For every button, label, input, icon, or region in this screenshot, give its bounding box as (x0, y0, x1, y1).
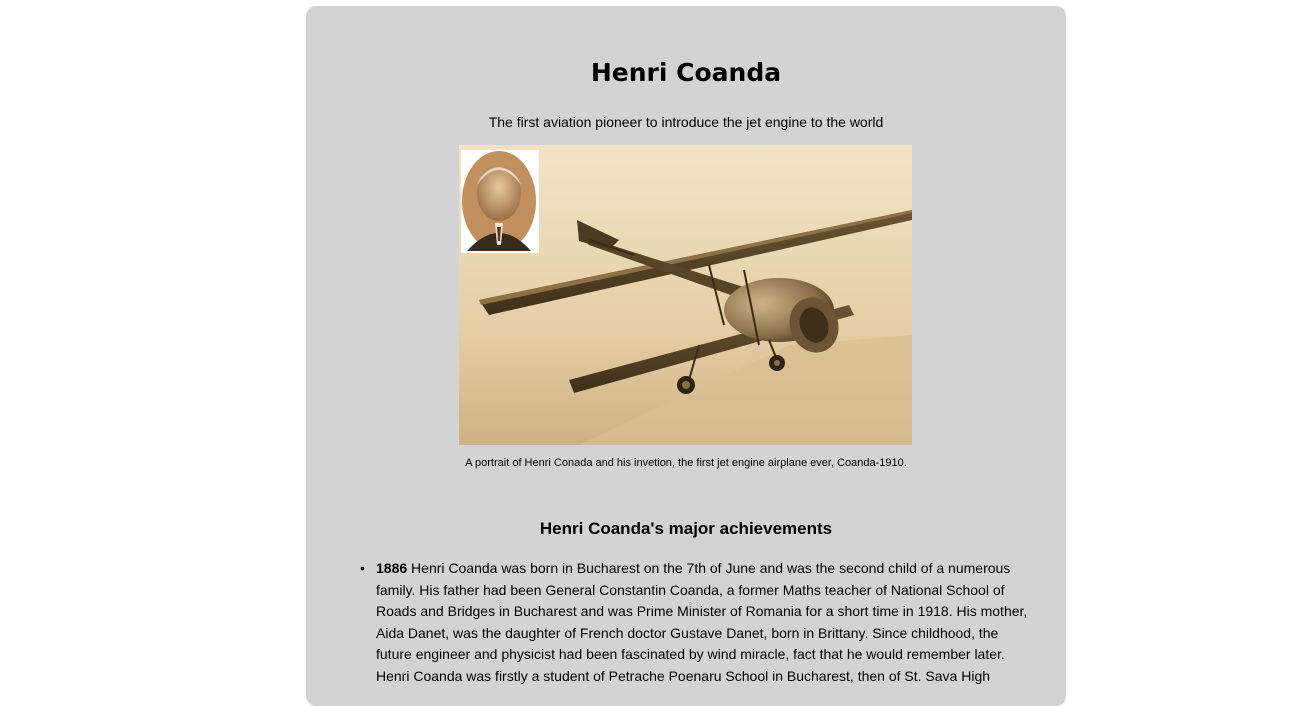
achievement-year: 1886 (376, 560, 408, 576)
list-item: • 1886 Henri Coanda was born in Buchares… (360, 558, 1036, 688)
page-title: Henri Coanda (590, 58, 782, 87)
content-card: Henri Coanda The first aviation pioneer … (306, 6, 1066, 706)
achievement-text: Henri Coanda was born in Bucharest on th… (376, 560, 1028, 684)
bullet-icon: • (360, 560, 365, 576)
airplane-photo-icon (459, 145, 912, 445)
achievements-heading: Henri Coanda's major achievements (539, 519, 833, 538)
figure-caption: A portrait of Henri Conada and his invet… (465, 457, 907, 469)
figure-image (459, 145, 912, 445)
page-subtitle: The first aviation pioneer to introduce … (488, 114, 884, 130)
achievements-list: • 1886 Henri Coanda was born in Buchares… (360, 558, 1036, 688)
